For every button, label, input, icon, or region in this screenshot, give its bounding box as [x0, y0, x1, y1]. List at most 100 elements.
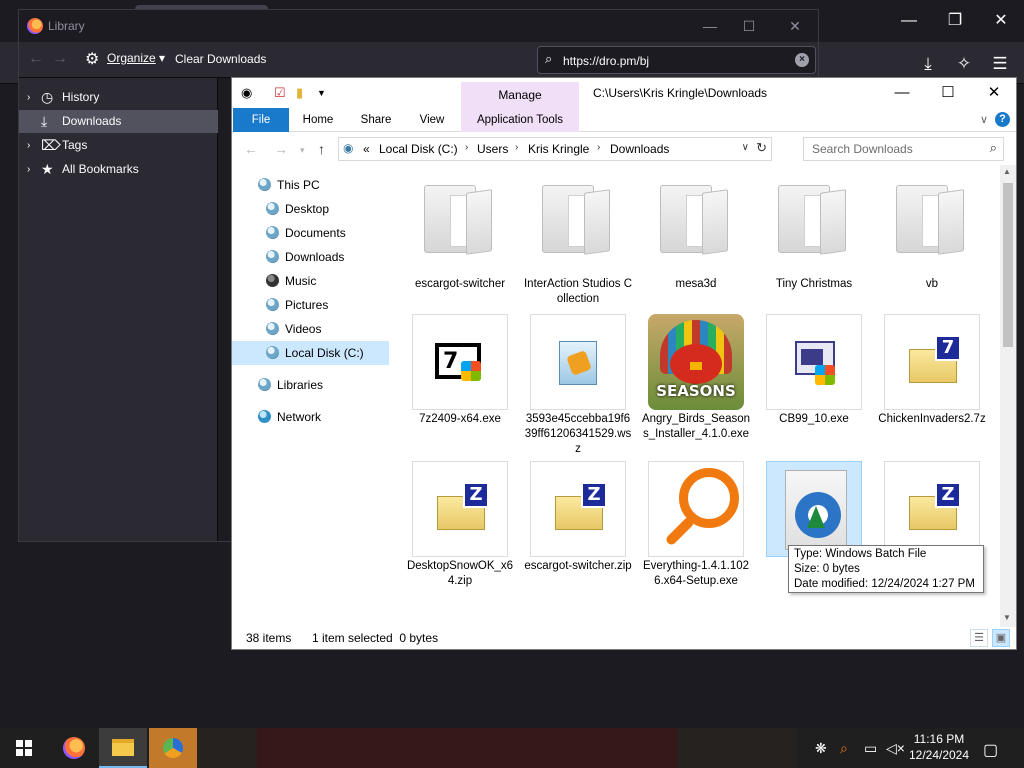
nav-item-network[interactable]: Network: [232, 405, 389, 429]
volume-muted-icon[interactable]: ◁×: [886, 740, 905, 757]
clear-search-icon[interactable]: ×: [795, 53, 809, 67]
folder-icon: [412, 169, 508, 265]
notification-icon[interactable]: ▢: [983, 740, 998, 760]
tree-item-tags[interactable]: › ⌦ Tags: [19, 134, 218, 157]
explorer-close-button[interactable]: ✕: [982, 82, 1006, 104]
details-view-button[interactable]: ☰: [970, 629, 988, 647]
forward-arrow-icon[interactable]: →: [274, 141, 288, 157]
firefox-minimize-button[interactable]: —: [898, 10, 920, 32]
expand-arrow-icon[interactable]: ›: [27, 134, 30, 157]
tree-item-all-bookmarks[interactable]: › ★ All Bookmarks: [19, 158, 218, 181]
expand-arrow-icon[interactable]: ›: [27, 86, 30, 109]
taskbar-file-explorer[interactable]: [99, 728, 147, 768]
help-icon[interactable]: ?: [995, 112, 1010, 127]
tab-file[interactable]: File: [233, 108, 289, 132]
tab-share[interactable]: Share: [352, 108, 400, 132]
file-item[interactable]: mesa3d: [641, 169, 751, 319]
breadcrumb-kris-kringle[interactable]: Kris Kringle: [528, 142, 589, 156]
nav-item-pictures[interactable]: Pictures: [232, 293, 389, 317]
organize-button[interactable]: Organize ▾: [107, 51, 165, 65]
nav-item-local-disk[interactable]: Local Disk (C:): [232, 341, 389, 365]
library-maximize-button[interactable]: ☐: [739, 16, 759, 36]
breadcrumb-separator-icon[interactable]: ›: [465, 142, 468, 153]
explorer-search-input[interactable]: Search Downloads ⌕: [803, 137, 1004, 161]
library-close-button[interactable]: ✕: [785, 16, 805, 36]
explorer-maximize-button[interactable]: ☐: [936, 82, 960, 104]
breadcrumb-separator-icon[interactable]: ›: [515, 142, 518, 153]
breadcrumb-separator-icon[interactable]: ›: [597, 142, 600, 153]
tab-home[interactable]: Home: [294, 108, 342, 132]
library-minimize-button[interactable]: —: [700, 16, 720, 36]
breadcrumb-overflow[interactable]: «: [363, 142, 370, 156]
breadcrumb-downloads[interactable]: Downloads: [610, 142, 669, 156]
app-menu-icon[interactable]: ☰: [989, 53, 1011, 75]
scrollbar-thumb[interactable]: [1003, 183, 1013, 347]
file-item[interactable]: escargot-switcher: [405, 169, 515, 319]
quick-access-disk-icon[interactable]: ◉: [241, 85, 252, 101]
breadcrumb-users[interactable]: Users: [477, 142, 508, 156]
tree-item-label: Tags: [62, 138, 88, 152]
file-name: Tiny Christmas: [775, 278, 853, 290]
file-item[interactable]: Z escargot-switcher.zip: [523, 461, 633, 611]
nav-item-documents[interactable]: Documents: [232, 221, 389, 245]
firefox-close-button[interactable]: ✕: [990, 10, 1012, 32]
breadcrumb-local-disk[interactable]: Local Disk (C:): [379, 142, 458, 156]
file-item[interactable]: 7 ChickenInvaders2.7z: [877, 314, 987, 454]
back-arrow-icon[interactable]: ←: [244, 141, 258, 157]
recent-locations-icon[interactable]: ▾: [300, 145, 305, 156]
tree-item-downloads[interactable]: ⤓ Downloads: [19, 110, 218, 133]
explorer-minimize-button[interactable]: —: [890, 82, 914, 104]
scroll-up-icon[interactable]: ▲: [1003, 167, 1011, 176]
nav-item-desktop[interactable]: Desktop: [232, 197, 389, 221]
file-item[interactable]: 7 7z2409-x64.exe: [405, 314, 515, 454]
start-button[interactable]: [0, 728, 48, 768]
nav-item-libraries[interactable]: Libraries: [232, 373, 389, 397]
file-item-partial[interactable]: [766, 608, 862, 627]
tray-app-icon[interactable]: ❋: [815, 740, 827, 757]
nav-item-music[interactable]: Music: [232, 269, 389, 293]
tab-application-tools[interactable]: Application Tools: [461, 108, 579, 132]
clear-downloads-button[interactable]: Clear Downloads: [175, 52, 266, 66]
nav-item-downloads[interactable]: Downloads: [232, 245, 389, 269]
refresh-icon[interactable]: ↻: [756, 140, 767, 156]
file-item-partial[interactable]: [412, 608, 508, 627]
file-item[interactable]: CB99_10.exe: [759, 314, 869, 454]
file-item[interactable]: Z DesktopSnowOK_x64.zip: [405, 461, 515, 611]
library-search-input[interactable]: ⌕ https://dro.pm/bj ×: [537, 46, 816, 74]
file-item[interactable]: Tiny Christmas: [759, 169, 869, 319]
taskbar-pinned-app[interactable]: [149, 728, 197, 768]
address-dropdown-icon[interactable]: ∨: [742, 142, 749, 153]
file-item[interactable]: vb: [877, 169, 987, 319]
address-bar[interactable]: ◉ « Local Disk (C:) › Users › Kris Kring…: [338, 137, 772, 161]
new-folder-icon[interactable]: ▮: [296, 85, 303, 101]
properties-icon[interactable]: ☑: [274, 85, 286, 101]
customize-toolbar-icon[interactable]: ▼: [317, 88, 326, 98]
back-arrow-icon[interactable]: ←: [28, 50, 44, 68]
nav-item-this-pc[interactable]: This PC: [232, 173, 389, 197]
up-arrow-icon[interactable]: ↑: [318, 141, 325, 157]
vertical-scrollbar[interactable]: ▲ ▼: [1000, 165, 1016, 627]
file-item-partial[interactable]: [530, 608, 626, 627]
file-item-partial[interactable]: [648, 608, 744, 627]
forward-arrow-icon[interactable]: →: [52, 50, 68, 68]
firefox-maximize-button[interactable]: ❐: [944, 10, 966, 32]
large-icons-view-button[interactable]: ▣: [992, 629, 1010, 647]
extensions-icon[interactable]: ✧: [953, 53, 975, 75]
file-item[interactable]: 3593e45ccebba19f639ff61206341529.wsz: [523, 314, 633, 455]
file-item[interactable]: Everything-1.4.1.1026.x64-Setup.exe: [641, 461, 751, 611]
expand-arrow-icon[interactable]: ›: [27, 158, 30, 181]
expand-ribbon-icon[interactable]: ∨: [980, 113, 988, 126]
clock[interactable]: 11:16 PM 12/24/2024: [905, 731, 973, 763]
file-item[interactable]: InterAction Studios Collection: [523, 169, 633, 319]
manage-contextual-tab[interactable]: Manage: [461, 82, 579, 108]
taskbar-firefox[interactable]: [50, 728, 98, 768]
gear-icon[interactable]: ⚙: [85, 49, 99, 69]
file-item[interactable]: SEASONS Angry_Birds_Seasons_Installer_4.…: [641, 314, 751, 454]
tree-item-history[interactable]: › ◷ History: [19, 86, 218, 109]
network-icon[interactable]: ▭: [864, 740, 877, 757]
everything-tray-icon[interactable]: ⌕: [840, 740, 848, 757]
nav-item-videos[interactable]: Videos: [232, 317, 389, 341]
tab-view[interactable]: View: [408, 108, 456, 132]
scroll-down-icon[interactable]: ▼: [1003, 613, 1011, 622]
downloads-icon[interactable]: ⤓: [917, 53, 939, 75]
